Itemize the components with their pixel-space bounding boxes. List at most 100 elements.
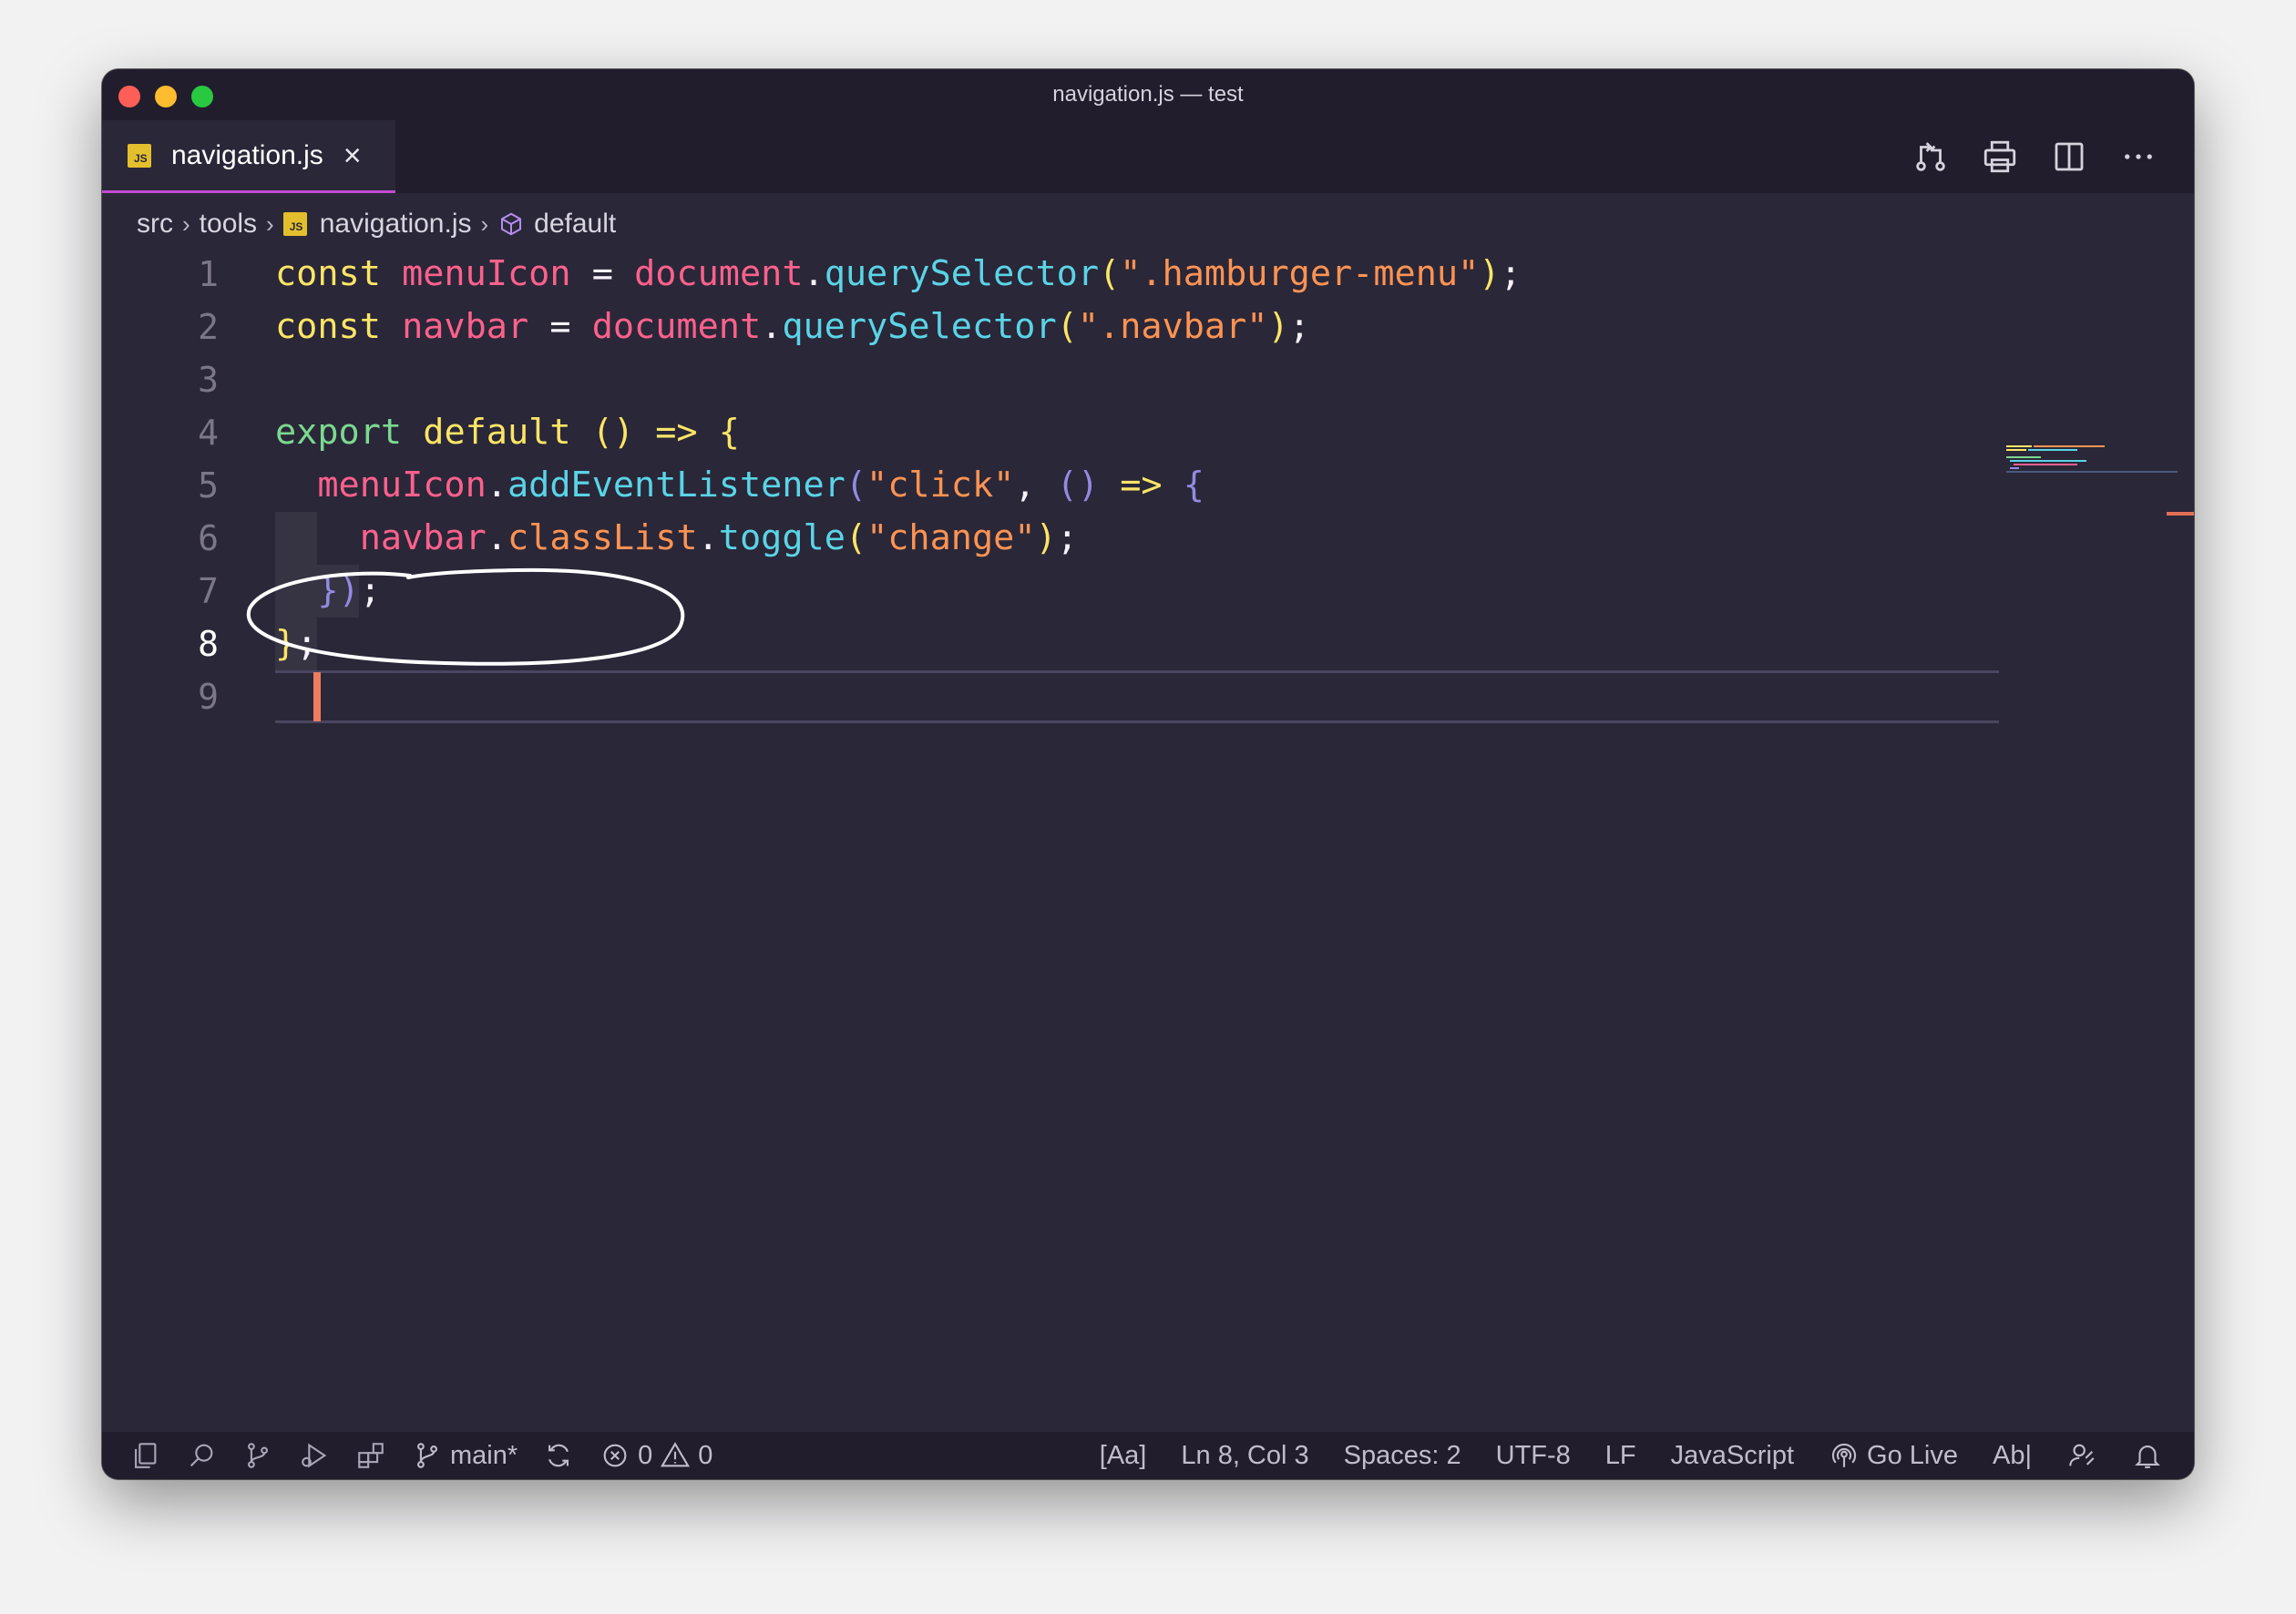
code-token: ) — [1267, 306, 1289, 347]
code-token: = — [570, 253, 635, 294]
encoding-setting[interactable]: UTF-8 — [1496, 1441, 1571, 1471]
line-number: 6 — [198, 518, 219, 558]
search-icon[interactable] — [186, 1440, 217, 1471]
code-line[interactable]: menuIcon.addEventListener("click", () =>… — [275, 459, 1204, 512]
line-number: 1 — [198, 254, 219, 294]
code-token: => — [634, 412, 719, 453]
more-actions-icon[interactable] — [2119, 138, 2158, 176]
source-control-icon[interactable] — [242, 1440, 273, 1471]
close-window-button[interactable] — [118, 86, 140, 107]
window-controls — [118, 86, 213, 107]
code-token: export — [275, 412, 424, 453]
code-token: document — [634, 253, 804, 294]
breadcrumb-item-src[interactable]: src — [137, 209, 173, 240]
line-number: 7 — [198, 571, 219, 611]
code-line[interactable]: export default () => { — [275, 406, 740, 459]
extensions-icon[interactable] — [355, 1440, 386, 1471]
code-token: ( — [845, 517, 867, 558]
code-token: => — [1099, 465, 1184, 506]
print-icon[interactable] — [1981, 138, 2019, 176]
code-token: const — [275, 253, 403, 294]
notifications-bell-icon[interactable] — [2132, 1440, 2163, 1471]
branch-indicator[interactable]: main* — [412, 1440, 518, 1471]
go-live-button[interactable]: Go Live — [1829, 1440, 1958, 1471]
code-token: ; — [1500, 253, 1522, 294]
code-token: { — [718, 412, 740, 453]
minimap[interactable] — [2004, 443, 2178, 479]
code-token: navbar — [402, 306, 529, 347]
code-token: menuIcon — [402, 253, 571, 294]
breadcrumb-item-tools[interactable]: tools — [200, 209, 257, 240]
code-token: ( — [1099, 253, 1121, 294]
line-number: 3 — [198, 360, 219, 400]
language-mode[interactable]: JavaScript — [1671, 1441, 1794, 1471]
feedback-icon[interactable] — [2066, 1440, 2097, 1471]
tab-navigation-js[interactable]: JS navigation.js × — [102, 120, 395, 193]
editor-actions — [1912, 120, 2158, 193]
code-line[interactable]: const menuIcon = document.querySelector(… — [275, 248, 1522, 301]
error-count: 0 — [638, 1440, 653, 1470]
breadcrumb-item-symbol[interactable]: default — [534, 209, 616, 240]
line-ending-setting[interactable]: LF — [1605, 1441, 1636, 1471]
code-line[interactable]: const navbar = document.querySelector(".… — [275, 301, 1310, 353]
code-line[interactable]: }); — [275, 565, 381, 618]
code-token: ) — [1035, 517, 1057, 558]
split-editor-icon[interactable] — [2050, 138, 2088, 176]
code-token: document — [591, 306, 762, 347]
branch-name: main* — [450, 1440, 518, 1470]
code-token: "change" — [866, 517, 1036, 558]
window-title: navigation.js — test — [1052, 82, 1244, 107]
code-token: classList — [507, 517, 698, 558]
abl-indicator[interactable]: Ab| — [1993, 1441, 2032, 1471]
js-file-icon: JS — [128, 143, 151, 168]
cursor-position[interactable]: Ln 8, Col 3 — [1181, 1441, 1308, 1471]
tab-close-icon[interactable]: × — [343, 140, 362, 171]
compare-changes-icon[interactable] — [1912, 138, 1950, 176]
code-token: } — [275, 623, 297, 664]
status-bar: main* 0 0 [Aa] Ln 8, Col 3 Spaces: 2 UTF… — [102, 1432, 2194, 1479]
code-token: { — [1183, 465, 1204, 506]
code-token: querySelector — [824, 253, 1100, 294]
code-token: . — [761, 306, 783, 347]
case-sensitivity-indicator[interactable]: [Aa] — [1100, 1441, 1147, 1471]
code-token: ; — [1288, 306, 1310, 347]
code-line[interactable]: navbar.classList.toggle("change"); — [275, 512, 1078, 565]
run-debug-icon[interactable] — [299, 1440, 330, 1471]
tab-label: navigation.js — [171, 139, 323, 170]
code-token: querySelector — [782, 306, 1057, 347]
code-line[interactable]: }; — [275, 618, 317, 670]
code-token: ".hamburger-menu" — [1120, 253, 1480, 294]
text-cursor — [313, 672, 321, 721]
explorer-icon[interactable] — [129, 1440, 160, 1471]
chevron-right-icon: › — [266, 209, 274, 238]
line-number: 2 — [198, 307, 219, 347]
code-token: addEventListener — [507, 465, 846, 506]
breadcrumb: src › tools › JS navigation.js › default — [137, 204, 616, 244]
code-token: = — [528, 306, 592, 347]
code-token: ( — [1056, 306, 1078, 347]
maximize-window-button[interactable] — [191, 86, 213, 107]
code-token: ) — [1479, 253, 1501, 294]
code-token: ; — [359, 570, 381, 611]
indentation-setting[interactable]: Spaces: 2 — [1344, 1441, 1461, 1471]
code-token: ".navbar" — [1077, 306, 1268, 347]
problems-indicator[interactable]: 0 0 — [600, 1440, 712, 1471]
code-editor[interactable]: 1 const menuIcon = document.querySelector… — [102, 248, 2194, 1479]
scrollbar-change-marker — [2167, 512, 2194, 516]
js-file-icon: JS — [282, 212, 307, 236]
minimize-window-button[interactable] — [155, 86, 177, 107]
line-number: 4 — [198, 413, 219, 453]
warning-count: 0 — [698, 1440, 713, 1470]
code-token: navbar — [359, 517, 487, 558]
code-token: () — [1056, 465, 1100, 506]
code-token: ; — [296, 623, 318, 664]
sync-icon[interactable] — [543, 1440, 574, 1471]
code-token: . — [697, 517, 719, 558]
code-token: }) — [317, 570, 360, 611]
code-token: const — [275, 306, 403, 347]
chevron-right-icon: › — [480, 209, 489, 238]
breadcrumb-item-file[interactable]: navigation.js — [320, 209, 472, 240]
editor-window: navigation.js — test JS navigation.js × — [102, 69, 2194, 1479]
